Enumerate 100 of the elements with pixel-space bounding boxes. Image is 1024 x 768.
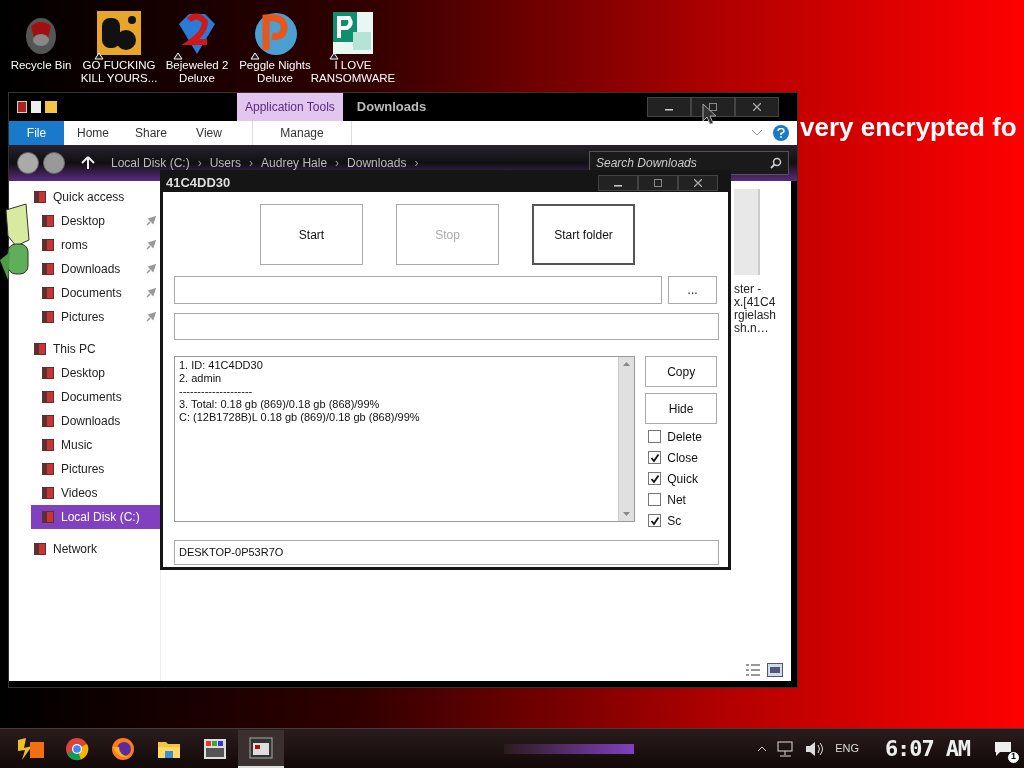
folder-icon bbox=[41, 310, 55, 324]
folder-icon bbox=[41, 462, 55, 476]
checkbox[interactable] bbox=[648, 493, 662, 506]
folder-icon bbox=[41, 366, 55, 380]
nav-item[interactable]: This PC bbox=[9, 337, 160, 361]
browser-icon[interactable] bbox=[65, 736, 89, 761]
action-button[interactable]: Start bbox=[260, 204, 363, 265]
file-thumbnail[interactable] bbox=[734, 189, 760, 275]
nav-item[interactable]: Desktop bbox=[31, 209, 160, 233]
start-icon[interactable] bbox=[16, 735, 46, 762]
folder-icon bbox=[41, 286, 55, 300]
breadcrumb-separator[interactable]: › bbox=[335, 154, 340, 172]
ribbon-tab[interactable]: Share bbox=[122, 121, 180, 145]
computer-name-field[interactable]: DESKTOP-0P53R7O bbox=[174, 540, 719, 565]
breadcrumb-item[interactable]: Audrey Hale bbox=[261, 154, 328, 172]
breadcrumb-separator[interactable]: › bbox=[249, 154, 254, 172]
clock[interactable]: 6:07 AM bbox=[884, 732, 970, 765]
app-window-icon[interactable] bbox=[249, 736, 273, 759]
checkbox[interactable] bbox=[648, 430, 662, 443]
desktop-icon-label[interactable]: Recycle Bin bbox=[10, 59, 72, 72]
back-button[interactable] bbox=[17, 152, 39, 174]
nav-item[interactable]: Network bbox=[9, 537, 160, 561]
close-icon bbox=[753, 103, 761, 111]
nav-item[interactable]: Desktop bbox=[31, 361, 160, 385]
action-button[interactable]: Start folder bbox=[532, 204, 635, 265]
language-indicator[interactable]: ENG bbox=[835, 740, 859, 757]
folder-icon bbox=[33, 542, 47, 556]
up-arrow-icon[interactable] bbox=[81, 156, 95, 170]
breadcrumb-item[interactable]: Downloads bbox=[347, 154, 407, 172]
ribbon-tab[interactable]: File bbox=[9, 121, 64, 145]
speaker-icon[interactable] bbox=[805, 740, 826, 757]
checkbox[interactable] bbox=[648, 451, 662, 464]
close-button[interactable] bbox=[678, 174, 718, 191]
minimize-button[interactable] bbox=[598, 174, 638, 191]
nav-item[interactable]: Documents bbox=[31, 281, 160, 305]
document-icon bbox=[331, 10, 375, 56]
folder-icon bbox=[33, 190, 47, 204]
nav-item[interactable]: Downloads bbox=[31, 409, 160, 433]
window-title: Downloads bbox=[356, 98, 427, 117]
folder-icon bbox=[41, 510, 55, 524]
folder-icon bbox=[41, 214, 55, 228]
log-line: -------------------- bbox=[179, 385, 254, 398]
log-line: C: (12B1728B)L 0.18 gb (869)/0.18 gb (868)/99% bbox=[179, 411, 421, 424]
checkbox[interactable] bbox=[648, 472, 662, 485]
taskbar-button[interactable] bbox=[238, 729, 284, 768]
desktop-icon-label[interactable]: Bejeweled 2 Deluxe bbox=[158, 59, 236, 85]
scrollbar[interactable] bbox=[618, 357, 635, 521]
caret-up-icon[interactable] bbox=[757, 745, 768, 752]
checkbox-label: Sc bbox=[667, 512, 682, 530]
file-name-line: x.[41C4 bbox=[734, 296, 777, 309]
breadcrumb-item[interactable]: Users bbox=[209, 154, 242, 172]
forward-button[interactable] bbox=[43, 152, 65, 174]
thumbnail-view-icon[interactable] bbox=[767, 663, 783, 677]
file-name-line: sh.n… bbox=[734, 322, 769, 335]
app-icon[interactable] bbox=[203, 736, 227, 761]
side-button[interactable]: Copy bbox=[645, 356, 717, 387]
checkbox-label: Quick bbox=[667, 470, 698, 488]
mouse-cursor-icon bbox=[702, 103, 718, 125]
folder-icon bbox=[41, 262, 55, 276]
checkbox-label: Net bbox=[667, 491, 686, 509]
minimize-icon bbox=[665, 109, 673, 111]
ribbon-tab[interactable]: Home bbox=[64, 121, 122, 145]
close-icon bbox=[694, 178, 702, 187]
desktop-icon-label[interactable]: GO FUCKING KILL YOURS... bbox=[80, 59, 158, 85]
dialog-title: 41C4DD30 bbox=[166, 173, 231, 192]
nav-item[interactable]: Downloads bbox=[31, 257, 160, 281]
checkbox[interactable] bbox=[648, 514, 662, 527]
explorer-icon[interactable] bbox=[17, 101, 27, 113]
maximize-button[interactable] bbox=[638, 174, 678, 191]
side-button[interactable]: Hide bbox=[645, 393, 717, 424]
details-view-icon[interactable] bbox=[745, 663, 761, 677]
folder-icon bbox=[41, 390, 55, 404]
browse-button[interactable]: ... bbox=[668, 276, 717, 304]
nav-item[interactable]: roms bbox=[31, 233, 160, 257]
nav-item[interactable]: Documents bbox=[31, 385, 160, 409]
context-tab[interactable]: Application Tools bbox=[237, 93, 343, 121]
nav-item[interactable]: Pictures bbox=[31, 457, 160, 481]
breadcrumb-item[interactable]: Local Disk (C:) bbox=[111, 154, 190, 172]
breadcrumb-separator[interactable]: › bbox=[197, 154, 202, 172]
wallpaper-text: very encrypted fo bbox=[800, 111, 1017, 144]
nav-item[interactable]: Music bbox=[31, 433, 160, 457]
nav-item[interactable]: Local Disk (C:) bbox=[31, 505, 160, 529]
ribbon-tab[interactable]: View bbox=[180, 121, 238, 145]
desktop-icon-label[interactable]: I LOVE RANSOMWARE bbox=[310, 59, 396, 85]
text-field[interactable] bbox=[174, 313, 719, 340]
nav-item[interactable]: Videos bbox=[31, 481, 160, 505]
network-icon[interactable] bbox=[777, 740, 796, 757]
breadcrumb-separator[interactable]: › bbox=[414, 154, 419, 172]
file-name-line: ster - bbox=[734, 283, 763, 296]
folder-icon bbox=[41, 486, 55, 500]
folder-icon bbox=[33, 342, 47, 356]
fox-browser-icon[interactable] bbox=[111, 736, 135, 761]
path-field[interactable] bbox=[174, 276, 663, 304]
log-box[interactable]: 1. ID: 41C4DD30 2. admin -------------------- 3. Total: 0.18 gb (869)/0.18 gb (868)/99% C: (12B1728B)L 0.18 gb (869)/0.18 gb (868)/99% bbox=[174, 356, 636, 522]
notification-count: 1 bbox=[1007, 750, 1020, 764]
help-icon[interactable] bbox=[773, 125, 789, 141]
chevron-down-icon[interactable] bbox=[751, 129, 763, 137]
nav-item[interactable]: Quick access bbox=[9, 185, 160, 209]
nav-item[interactable]: Pictures bbox=[31, 305, 160, 329]
maximize-icon bbox=[654, 178, 662, 187]
